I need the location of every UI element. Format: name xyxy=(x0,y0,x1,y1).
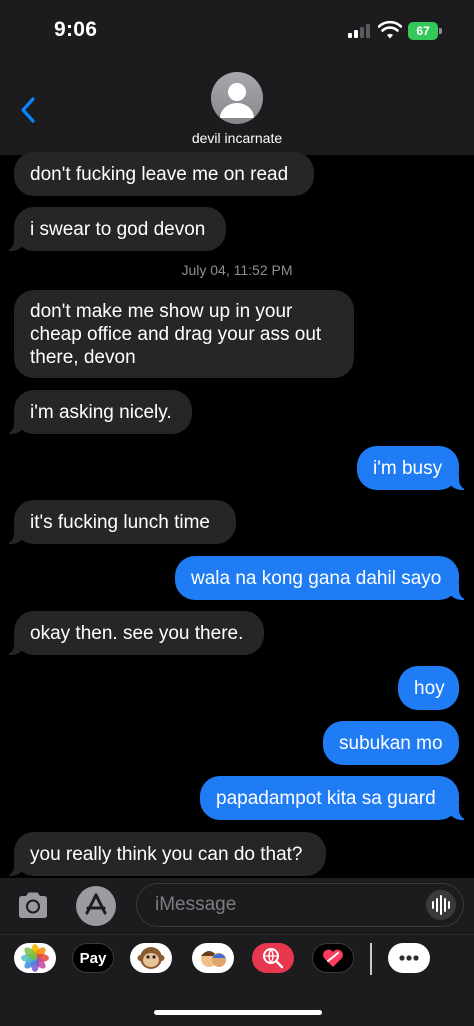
app-store-icon[interactable] xyxy=(76,886,116,926)
outgoing-message[interactable]: papadampot kita sa guard xyxy=(200,776,471,820)
globe-search-icon[interactable] xyxy=(252,943,294,973)
contact-avatar[interactable] xyxy=(211,72,263,124)
wifi-icon xyxy=(378,20,402,39)
message-timestamp: July 04, 11:52 PM xyxy=(181,262,293,278)
battery-icon: 67 xyxy=(408,22,442,40)
incoming-message[interactable]: it's fucking lunch time xyxy=(2,500,236,544)
audio-message-icon[interactable] xyxy=(426,890,456,920)
apple-pay-icon[interactable]: Pay xyxy=(72,943,114,973)
camera-icon[interactable] xyxy=(16,890,50,920)
contact-name[interactable]: devil incarnate xyxy=(0,130,474,146)
incoming-message[interactable]: i'm asking nicely. xyxy=(2,390,192,434)
outgoing-message[interactable]: wala na kong gana dahil sayo xyxy=(175,556,471,600)
apple-pay-label: Pay xyxy=(79,949,107,967)
incoming-message[interactable]: don't fucking leave me on read xyxy=(14,152,314,196)
compose-bar xyxy=(0,878,474,934)
conversation-header: 9:06 67 devil incarnate xyxy=(0,0,474,155)
incoming-message[interactable]: okay then. see you there. xyxy=(2,611,264,655)
drawer-divider xyxy=(370,943,372,975)
outgoing-message[interactable]: i'm busy xyxy=(357,446,471,490)
back-chevron-icon[interactable] xyxy=(16,92,42,128)
status-time: 9:06 xyxy=(54,18,98,41)
monkey-memoji-icon[interactable] xyxy=(130,943,172,973)
incoming-message[interactable]: i swear to god devon xyxy=(2,207,226,251)
memoji-stickers-icon[interactable] xyxy=(192,943,234,973)
outgoing-message[interactable]: subukan mo xyxy=(323,721,459,765)
outgoing-message[interactable]: hoy xyxy=(398,666,459,710)
heart-touch-icon[interactable] xyxy=(312,943,354,973)
cellular-signal-icon xyxy=(348,24,372,38)
home-indicator[interactable] xyxy=(154,1010,322,1015)
battery-level: 67 xyxy=(408,22,438,40)
person-silhouette-icon xyxy=(220,83,254,118)
message-input[interactable] xyxy=(136,883,464,927)
incoming-message[interactable]: don't make me show up in your cheap offi… xyxy=(14,290,354,378)
incoming-message[interactable]: you really think you can do that? xyxy=(2,832,326,876)
more-icon[interactable] xyxy=(388,943,430,973)
photos-icon[interactable] xyxy=(14,943,56,973)
